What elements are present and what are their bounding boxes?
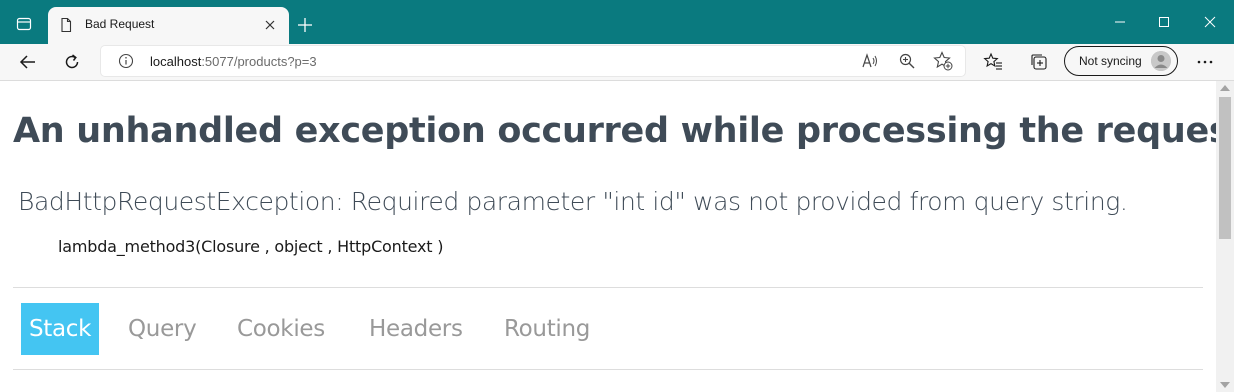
minimize-button[interactable] [1098, 8, 1142, 36]
scroll-up-icon[interactable] [1220, 85, 1230, 91]
avatar [1151, 51, 1171, 71]
profile-sync-button[interactable]: Not syncing [1064, 46, 1178, 76]
zoom-icon[interactable] [897, 51, 917, 71]
tab-routing[interactable]: Routing [504, 303, 590, 355]
info-icon[interactable] [117, 52, 135, 70]
page-title: An unhandled exception occurred while pr… [13, 111, 1216, 151]
tab-headers[interactable]: Headers [369, 303, 463, 355]
tab-title: Bad Request [85, 17, 155, 31]
scroll-thumb[interactable] [1219, 97, 1231, 239]
back-arrow-icon[interactable] [14, 48, 42, 76]
url-host: localhost [150, 54, 202, 69]
tab-cookies[interactable]: Cookies [237, 303, 325, 355]
refresh-icon[interactable] [58, 48, 86, 76]
toolbar: localhost:5077/products?p=3 Not syncing [0, 44, 1234, 81]
exception-message: BadHttpRequestException: Required parame… [18, 187, 1128, 216]
divider [13, 287, 1203, 288]
url-text[interactable]: localhost:5077/products?p=3 [150, 54, 317, 69]
close-window-button[interactable] [1188, 8, 1232, 36]
tab-actions-icon[interactable] [12, 12, 36, 36]
tab-stack[interactable]: Stack [21, 303, 100, 355]
collections-icon[interactable] [1025, 48, 1053, 76]
browser-window: Bad Request localhost:5077/products?p=3 … [0, 0, 1234, 392]
read-aloud-icon[interactable] [860, 51, 880, 71]
page-content: An unhandled exception occurred while pr… [0, 81, 1216, 392]
close-icon[interactable] [261, 16, 279, 34]
plus-icon[interactable] [294, 14, 316, 36]
sync-label: Not syncing [1079, 54, 1142, 68]
scroll-down-icon[interactable] [1220, 382, 1230, 388]
address-bar[interactable]: localhost:5077/products?p=3 [101, 46, 965, 76]
favorites-icon[interactable] [979, 48, 1007, 76]
divider [13, 369, 1203, 370]
title-bar: Bad Request [0, 0, 1234, 44]
add-favorite-icon[interactable] [933, 51, 953, 71]
exception-location: lambda_method3(Closure , object , HttpCo… [58, 237, 444, 256]
tab-query[interactable]: Query [128, 303, 197, 355]
tab-bad-request[interactable]: Bad Request [48, 7, 289, 44]
url-path: :5077/products?p=3 [201, 54, 317, 69]
maximize-button[interactable] [1142, 8, 1186, 36]
vertical-scrollbar[interactable] [1216, 81, 1234, 392]
more-icon[interactable] [1191, 48, 1219, 76]
page-icon [58, 17, 74, 33]
